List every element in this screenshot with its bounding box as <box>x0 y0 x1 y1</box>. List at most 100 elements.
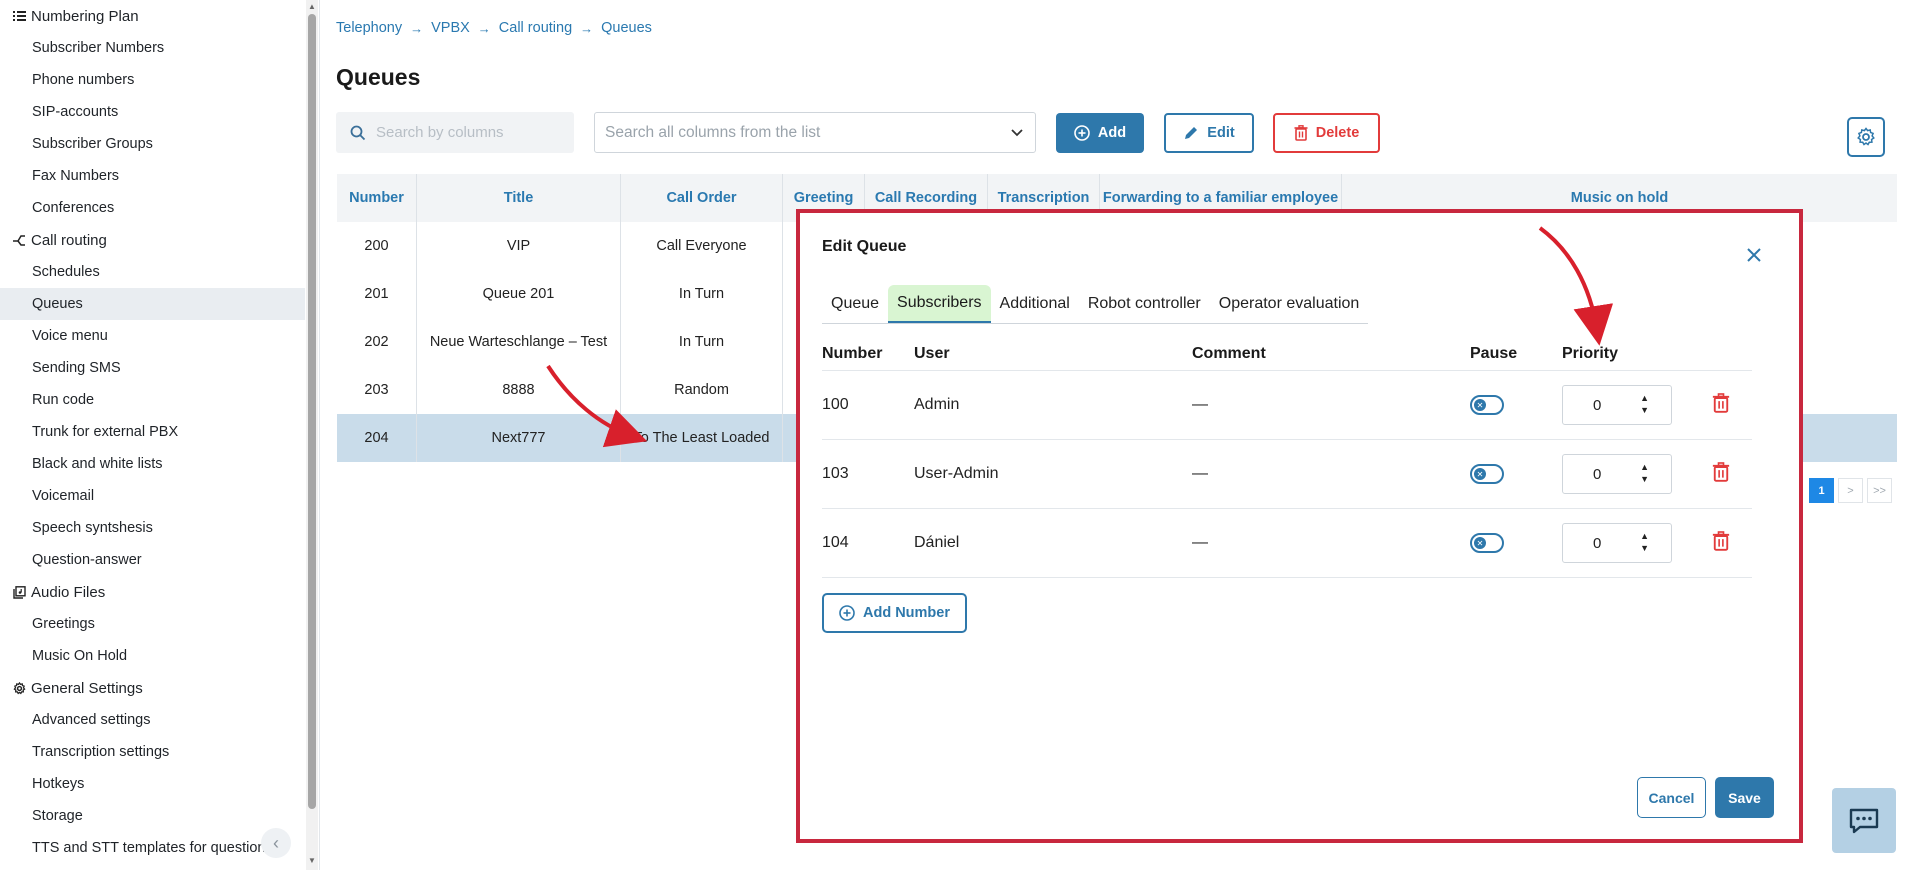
page-1-button[interactable]: 1 <box>1809 478 1834 503</box>
sidebar-item-subscriber-numbers[interactable]: Subscriber Numbers <box>0 32 305 64</box>
cell-number: 201 <box>337 270 417 318</box>
pause-toggle[interactable]: ✕ <box>1470 395 1504 415</box>
close-modal-button[interactable] <box>1747 245 1761 268</box>
priority-value: 0 <box>1593 465 1602 483</box>
sidebar-item-label: General Settings <box>31 679 143 697</box>
breadcrumb-call-routing[interactable]: Call routing <box>499 20 572 36</box>
sidebar-item-question-answer[interactable]: Question-answer <box>0 544 305 576</box>
breadcrumb-vpbx[interactable]: VPBX <box>431 20 470 36</box>
close-icon <box>1747 248 1761 262</box>
spin-arrows-icon[interactable]: ▲ ▼ <box>1640 392 1649 416</box>
subscriber-number: 104 <box>822 534 849 551</box>
sidebar-item-conferences[interactable]: Conferences <box>0 192 305 224</box>
sidebar-item-storage[interactable]: Storage <box>0 800 305 832</box>
arrow-right-icon: → <box>477 20 491 36</box>
scroll-down-icon[interactable]: ▼ <box>307 856 317 866</box>
priority-stepper[interactable]: 0 ▲ ▼ <box>1562 454 1672 494</box>
scroll-up-icon[interactable]: ▲ <box>307 2 317 12</box>
subscriber-comment: — <box>1192 465 1208 482</box>
trash-icon[interactable] <box>1712 461 1730 482</box>
delete-button-label: Delete <box>1315 125 1360 141</box>
sidebar-item-tts-and-stt-templates-for-question[interactable]: TTS and STT templates for question- <box>0 832 305 864</box>
cancel-button[interactable]: Cancel <box>1637 777 1706 818</box>
sidebar-section-call-routing[interactable]: Call routing <box>0 224 305 256</box>
sidebar-item-label: Question-answer <box>32 552 142 568</box>
sidebar-item-speech-syntshesis[interactable]: Speech syntshesis <box>0 512 305 544</box>
sidebar-item-label: Hotkeys <box>32 776 85 792</box>
sidebar-item-schedules[interactable]: Schedules <box>0 256 305 288</box>
sidebar-item-black-and-white-lists[interactable]: Black and white lists <box>0 448 305 480</box>
edit-button[interactable]: Edit <box>1164 113 1254 153</box>
tab-operator-evaluation[interactable]: Operator evaluation <box>1210 285 1369 323</box>
sidebar-item-music-on-hold[interactable]: Music On Hold <box>0 640 305 672</box>
pause-toggle[interactable]: ✕ <box>1470 464 1504 484</box>
add-number-button[interactable]: Add Number <box>822 593 967 633</box>
sidebar-item-greetings[interactable]: Greetings <box>0 608 305 640</box>
sidebar-item-transcription-settings[interactable]: Transcription settings <box>0 736 305 768</box>
spin-arrows-icon[interactable]: ▲ ▼ <box>1640 530 1649 554</box>
delete-button[interactable]: Delete <box>1273 113 1380 153</box>
sidebar-item-queues[interactable]: Queues <box>0 288 305 320</box>
cell-call-order: To The Least Loaded <box>621 414 783 462</box>
trash-icon[interactable] <box>1712 392 1730 413</box>
sidebar-item-run-code[interactable]: Run code <box>0 384 305 416</box>
audio-files-icon <box>12 585 26 599</box>
column-select[interactable]: Search all columns from the list <box>594 112 1036 153</box>
trash-icon[interactable] <box>1712 530 1730 551</box>
sidebar-item-voice-menu[interactable]: Voice menu <box>0 320 305 352</box>
breadcrumb-queues[interactable]: Queues <box>601 20 652 36</box>
next-page-button[interactable]: > <box>1838 478 1863 503</box>
add-button[interactable]: Add <box>1056 113 1144 153</box>
sidebar-section-general-settings[interactable]: General Settings <box>0 672 305 704</box>
sidebar-item-trunk-for-external-pbx[interactable]: Trunk for external PBX <box>0 416 305 448</box>
breadcrumb-telephony[interactable]: Telephony <box>336 20 402 36</box>
pause-toggle[interactable]: ✕ <box>1470 533 1504 553</box>
column-header-title[interactable]: Title <box>417 174 621 222</box>
priority-value: 0 <box>1593 396 1602 414</box>
search-box[interactable] <box>336 112 574 153</box>
spin-arrows-icon[interactable]: ▲ ▼ <box>1640 461 1649 485</box>
sidebar-item-sip-accounts[interactable]: SIP-accounts <box>0 96 305 128</box>
modal-title: Edit Queue <box>822 238 907 255</box>
sidebar-section-numbering-plan[interactable]: Numbering Plan <box>0 0 305 32</box>
sidebar-item-phone-numbers[interactable]: Phone numbers <box>0 64 305 96</box>
cell-number: 203 <box>337 366 417 414</box>
search-input[interactable] <box>376 124 566 141</box>
last-page-button[interactable]: >> <box>1867 478 1892 503</box>
subscriber-row: 103 User-Admin — ✕ 0 ▲ ▼ <box>822 440 1752 509</box>
tab-queue[interactable]: Queue <box>822 285 888 323</box>
table-settings-button[interactable] <box>1847 117 1885 157</box>
tab-robot-controller[interactable]: Robot controller <box>1079 285 1210 323</box>
scrollbar-thumb[interactable] <box>308 14 316 809</box>
sidebar-item-fax-numbers[interactable]: Fax Numbers <box>0 160 305 192</box>
cell-number: 202 <box>337 318 417 366</box>
column-header-number[interactable]: Number <box>337 174 417 222</box>
chat-widget-button[interactable] <box>1832 788 1896 853</box>
sidebar-item-hotkeys[interactable]: Hotkeys <box>0 768 305 800</box>
priority-stepper[interactable]: 0 ▲ ▼ <box>1562 385 1672 425</box>
sidebar-item-voicemail[interactable]: Voicemail <box>0 480 305 512</box>
collapse-sidebar-button[interactable]: ‹ <box>261 828 291 858</box>
sidebar-section-audio-files[interactable]: Audio Files <box>0 576 305 608</box>
sidebar-item-sending-sms[interactable]: Sending SMS <box>0 352 305 384</box>
save-button[interactable]: Save <box>1715 777 1774 818</box>
subscribers-table: Number User Comment Pause Priority 100 A… <box>822 337 1752 578</box>
tab-subscribers[interactable]: Subscribers <box>888 285 991 323</box>
plus-circle-icon <box>1074 125 1090 141</box>
arrow-right-icon: → <box>580 20 594 36</box>
sidebar-item-label: Phone numbers <box>32 72 135 88</box>
column-header-call-order[interactable]: Call Order <box>621 174 783 222</box>
sidebar-scrollbar[interactable]: ▲ ▼ <box>306 0 318 870</box>
subscriber-user: Admin <box>914 396 960 413</box>
priority-stepper[interactable]: 0 ▲ ▼ <box>1562 523 1672 563</box>
cell-number: 200 <box>337 222 417 270</box>
tab-additional[interactable]: Additional <box>991 285 1079 323</box>
gear-icon <box>1857 127 1875 146</box>
cell-number: 204 <box>337 414 417 462</box>
subscriber-number: 100 <box>822 396 849 413</box>
sidebar-item-subscriber-groups[interactable]: Subscriber Groups <box>0 128 305 160</box>
sidebar-item-advanced-settings[interactable]: Advanced settings <box>0 704 305 736</box>
edit-queue-modal: Edit Queue Queue Subscribers Additional … <box>796 209 1803 843</box>
chevron-down-icon <box>1011 124 1023 140</box>
cell-call-order: Call Everyone <box>621 222 783 270</box>
